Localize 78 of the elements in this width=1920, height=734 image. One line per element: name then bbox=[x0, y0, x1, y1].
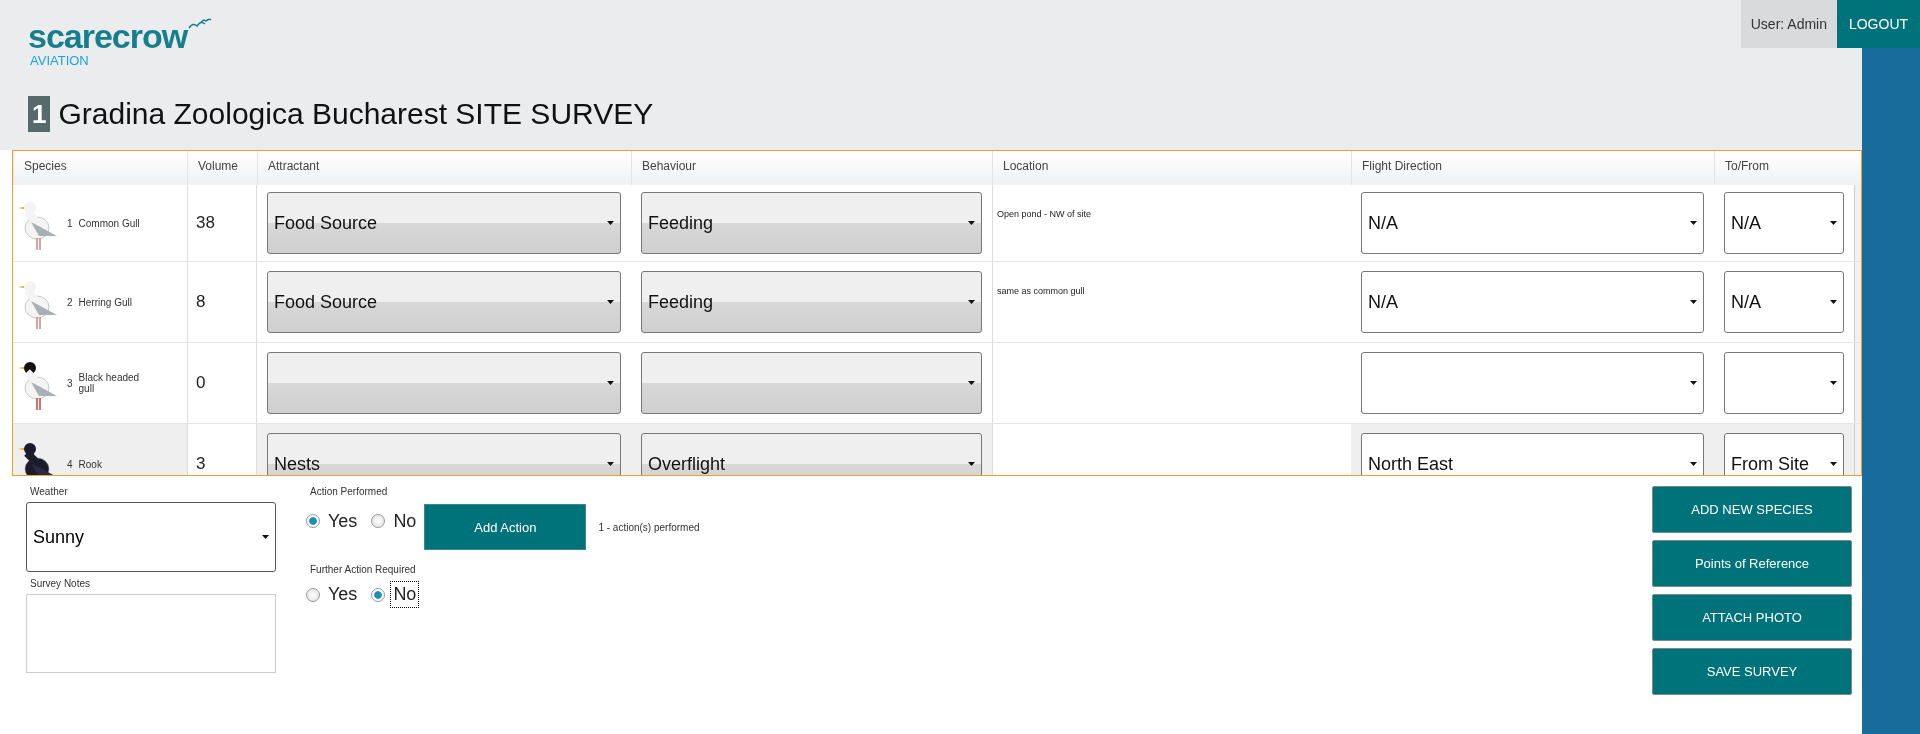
dropdown[interactable]: N/A bbox=[1724, 192, 1844, 254]
caret-icon bbox=[262, 535, 269, 539]
table-row[interactable]: 2 Herring Gull 8 Food Source Feeding same as common gull N/A N/A bbox=[13, 262, 1861, 343]
caret-icon bbox=[607, 300, 614, 304]
caret-icon bbox=[1690, 300, 1697, 304]
species-name: Rook bbox=[78, 458, 103, 470]
action-button[interactable]: ATTACH PHOTO bbox=[1652, 594, 1852, 641]
caret-icon bbox=[607, 381, 614, 385]
radio-button[interactable] bbox=[371, 587, 386, 602]
species-name: Herring Gull bbox=[78, 296, 133, 308]
page-title: Gradina Zoologica Bucharest SITE SURVEY bbox=[58, 97, 654, 131]
dropdown[interactable]: N/A bbox=[1724, 271, 1844, 333]
logo-subtitle: AVIATION bbox=[30, 54, 90, 67]
dropdown[interactable]: North East bbox=[1361, 433, 1704, 475]
dropdown[interactable] bbox=[267, 352, 621, 414]
survey-number: 1 bbox=[28, 96, 51, 132]
dropdown[interactable]: Overflight bbox=[641, 433, 982, 475]
caret-icon bbox=[1690, 462, 1697, 466]
dropdown[interactable] bbox=[1361, 352, 1704, 414]
table-row[interactable]: 4 Rook 3 Nests Overflight North East From Site bbox=[13, 424, 1861, 475]
weather-dropdown[interactable]: Sunny bbox=[26, 502, 276, 572]
species-number: 2 bbox=[67, 296, 73, 308]
dropdown[interactable] bbox=[1724, 352, 1844, 414]
caret-icon bbox=[1830, 462, 1837, 466]
dropdown[interactable]: Nests bbox=[267, 433, 621, 475]
caret-icon bbox=[968, 221, 975, 225]
radio-button[interactable] bbox=[371, 514, 386, 528]
scrollbar[interactable] bbox=[1854, 185, 1861, 261]
volume-field[interactable]: 0 bbox=[187, 343, 257, 423]
user-label: User: Admin bbox=[1740, 0, 1837, 48]
action-count: 1 - action(s) performed bbox=[598, 521, 700, 533]
radio-button[interactable] bbox=[306, 587, 320, 602]
dropdown[interactable]: From Site bbox=[1724, 433, 1844, 475]
dropdown[interactable]: Feeding bbox=[641, 271, 982, 333]
caret-icon bbox=[1830, 221, 1837, 225]
caret-icon bbox=[1830, 381, 1837, 385]
species-name: Common Gull bbox=[78, 217, 141, 229]
action-button[interactable]: ADD NEW SPECIES bbox=[1652, 486, 1852, 533]
radio-button[interactable] bbox=[306, 514, 320, 528]
add-action-button[interactable]: Add Action bbox=[424, 504, 587, 550]
scrollbar[interactable] bbox=[1854, 262, 1861, 342]
caret-icon bbox=[607, 221, 614, 225]
radio-label[interactable]: No bbox=[391, 582, 419, 607]
field-label: Weather bbox=[30, 486, 69, 497]
radio-label[interactable]: No bbox=[391, 508, 419, 534]
caret-icon bbox=[1690, 221, 1697, 225]
volume-field[interactable]: 38 bbox=[187, 185, 257, 261]
action-button[interactable]: Points of Reference bbox=[1652, 540, 1852, 587]
species-number: 1 bbox=[67, 217, 73, 229]
table-row[interactable]: 1 Common Gull 38 Food Source Feeding Open pond - NW of site N/A N/A bbox=[13, 185, 1861, 262]
logout-button[interactable]: LOGOUT bbox=[1837, 0, 1920, 48]
caret-icon bbox=[1830, 300, 1837, 304]
caret-icon bbox=[968, 300, 975, 304]
field-label: Further Action Required bbox=[310, 564, 417, 575]
radio-label[interactable]: Yes bbox=[326, 582, 360, 607]
dropdown[interactable] bbox=[641, 352, 982, 414]
field-label: Action Performed bbox=[310, 486, 389, 497]
volume-field[interactable]: 3 bbox=[187, 424, 257, 475]
caret-icon bbox=[607, 462, 614, 466]
dropdown[interactable]: N/A bbox=[1361, 192, 1704, 254]
species-number: 4 bbox=[67, 458, 73, 470]
dropdown[interactable]: Feeding bbox=[641, 192, 982, 254]
volume-field[interactable]: 8 bbox=[187, 262, 257, 342]
caret-icon bbox=[1690, 381, 1697, 385]
field-label: Survey Notes bbox=[30, 578, 92, 589]
species-number: 3 bbox=[67, 377, 73, 389]
caret-icon bbox=[968, 462, 975, 466]
dropdown[interactable]: N/A bbox=[1361, 271, 1704, 333]
caret-icon bbox=[968, 381, 975, 385]
dropdown[interactable]: Food Source bbox=[267, 192, 621, 254]
radio-label[interactable]: Yes bbox=[326, 508, 360, 534]
species-name: Black headed gull bbox=[78, 372, 141, 394]
birds-icon bbox=[187, 18, 214, 30]
scrollbar[interactable] bbox=[1854, 343, 1861, 423]
action-button[interactable]: SAVE SURVEY bbox=[1652, 648, 1852, 695]
logo-text: scarecrow bbox=[28, 18, 188, 54]
notes-field[interactable] bbox=[26, 594, 276, 673]
dropdown[interactable]: Food Source bbox=[267, 271, 621, 333]
